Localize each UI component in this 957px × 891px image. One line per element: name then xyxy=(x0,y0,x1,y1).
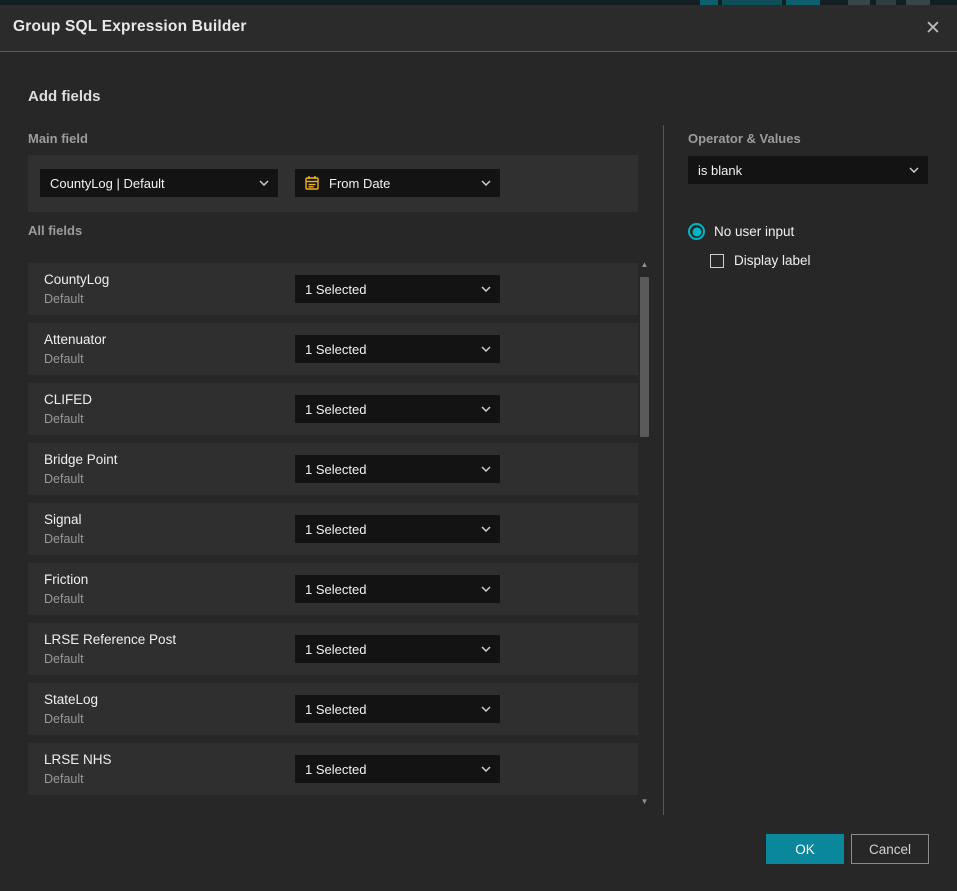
field-row-lrse-nhs: LRSE NHS Default 1 Selected xyxy=(28,743,638,795)
field-selection-dropdown[interactable]: 1 Selected xyxy=(295,395,500,423)
no-user-input-radio[interactable]: No user input xyxy=(688,223,794,240)
list-scrollbar[interactable]: ▲ ▼ xyxy=(638,258,651,808)
layer-dropdown-value: CountyLog | Default xyxy=(50,176,165,191)
group-sql-expression-builder-dialog: Group SQL Expression Builder ✕ Add field… xyxy=(0,5,957,891)
main-field-dropdown[interactable]: From Date xyxy=(295,169,500,197)
field-name: Friction xyxy=(44,572,88,587)
field-subtitle: Default xyxy=(44,412,84,426)
chevron-down-icon xyxy=(481,466,491,472)
layer-dropdown[interactable]: CountyLog | Default xyxy=(40,169,278,197)
operator-values-label: Operator & Values xyxy=(688,131,801,146)
field-name: LRSE Reference Post xyxy=(44,632,176,647)
field-name: CountyLog xyxy=(44,272,109,287)
chevron-down-icon xyxy=(481,766,491,772)
field-subtitle: Default xyxy=(44,712,84,726)
chevron-down-icon xyxy=(481,180,491,186)
checkbox-unchecked-icon xyxy=(710,254,724,268)
field-name: LRSE NHS xyxy=(44,752,112,767)
main-field-panel: CountyLog | Default From Date xyxy=(28,155,638,212)
screen: Group SQL Expression Builder ✕ Add field… xyxy=(0,0,957,891)
field-selection-dropdown[interactable]: 1 Selected xyxy=(295,695,500,723)
ok-button[interactable]: OK xyxy=(766,834,844,864)
field-selection-dropdown[interactable]: 1 Selected xyxy=(295,755,500,783)
field-selection-dropdown[interactable]: 1 Selected xyxy=(295,335,500,363)
main-field-dropdown-value: From Date xyxy=(329,176,390,191)
chevron-down-icon xyxy=(909,167,919,173)
field-selection-dropdown[interactable]: 1 Selected xyxy=(295,575,500,603)
chevron-down-icon xyxy=(481,406,491,412)
add-fields-heading: Add fields xyxy=(28,88,101,105)
field-row-lrse-reference-post: LRSE Reference Post Default 1 Selected xyxy=(28,623,638,675)
chevron-down-icon xyxy=(481,286,491,292)
cancel-button[interactable]: Cancel xyxy=(851,834,929,864)
field-selection-dropdown[interactable]: 1 Selected xyxy=(295,455,500,483)
field-name: StateLog xyxy=(44,692,98,707)
chevron-down-icon xyxy=(481,346,491,352)
chevron-down-icon xyxy=(481,526,491,532)
dialog-title: Group SQL Expression Builder xyxy=(13,18,247,36)
display-label-text: Display label xyxy=(734,253,811,268)
field-row-statelog: StateLog Default 1 Selected xyxy=(28,683,638,735)
calendar-icon xyxy=(304,175,320,191)
scrollbar-thumb[interactable] xyxy=(640,277,649,437)
operator-dropdown[interactable]: is blank xyxy=(688,156,928,184)
chevron-down-icon xyxy=(481,586,491,592)
field-row-signal: Signal Default 1 Selected xyxy=(28,503,638,555)
field-row-attenuator: Attenuator Default 1 Selected xyxy=(28,323,638,375)
field-selection-dropdown[interactable]: 1 Selected xyxy=(295,275,500,303)
operator-dropdown-value: is blank xyxy=(698,163,742,178)
field-name: Attenuator xyxy=(44,332,106,347)
all-fields-label: All fields xyxy=(28,223,82,238)
close-icon[interactable]: ✕ xyxy=(920,16,946,42)
field-row-bridge-point: Bridge Point Default 1 Selected xyxy=(28,443,638,495)
panel-divider xyxy=(663,125,664,815)
field-row-countylog: CountyLog Default 1 Selected xyxy=(28,263,638,315)
field-subtitle: Default xyxy=(44,472,84,486)
field-row-clifed: CLIFED Default 1 Selected xyxy=(28,383,638,435)
scroll-down-icon[interactable]: ▼ xyxy=(640,798,649,806)
chevron-down-icon xyxy=(481,706,491,712)
display-label-checkbox[interactable]: Display label xyxy=(710,253,811,268)
field-name: CLIFED xyxy=(44,392,92,407)
field-subtitle: Default xyxy=(44,532,84,546)
field-name: Bridge Point xyxy=(44,452,118,467)
field-name: Signal xyxy=(44,512,82,527)
field-subtitle: Default xyxy=(44,652,84,666)
field-subtitle: Default xyxy=(44,772,84,786)
scroll-up-icon[interactable]: ▲ xyxy=(640,261,649,269)
field-subtitle: Default xyxy=(44,292,84,306)
chevron-down-icon xyxy=(481,646,491,652)
main-field-label: Main field xyxy=(28,131,88,146)
dialog-titlebar: Group SQL Expression Builder ✕ xyxy=(0,5,957,52)
field-selection-dropdown[interactable]: 1 Selected xyxy=(295,635,500,663)
no-user-input-label: No user input xyxy=(714,224,794,239)
field-subtitle: Default xyxy=(44,352,84,366)
field-selection-dropdown[interactable]: 1 Selected xyxy=(295,515,500,543)
field-row-friction: Friction Default 1 Selected xyxy=(28,563,638,615)
field-subtitle: Default xyxy=(44,592,84,606)
radio-selected-icon xyxy=(688,223,705,240)
chevron-down-icon xyxy=(259,180,269,186)
